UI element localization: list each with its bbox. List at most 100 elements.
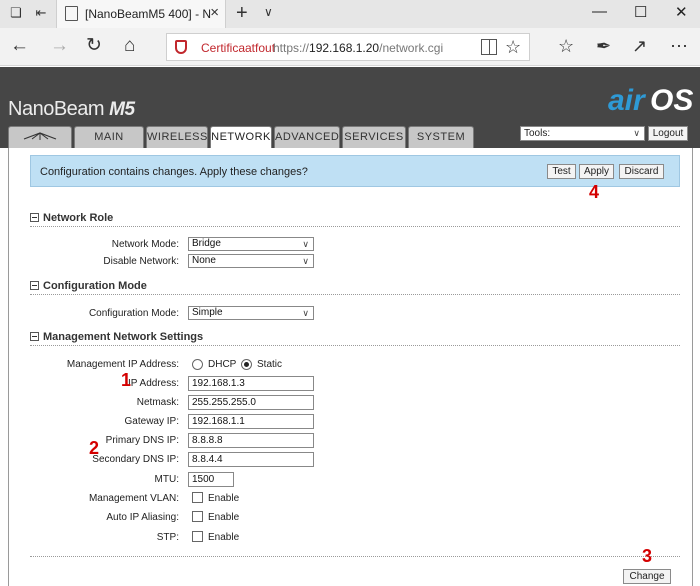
network-page-panel: Configuration contains changes. Apply th… (8, 148, 693, 586)
collapse-icon[interactable] (30, 332, 39, 341)
secondary-dns-input[interactable]: 8.8.4.4 (188, 452, 314, 467)
annotation-marker-3: 3 (642, 546, 653, 566)
apply-button[interactable]: Apply (579, 164, 614, 179)
chevron-down-icon: ∨ (302, 256, 309, 266)
network-role-section-header[interactable]: Network Role (30, 212, 113, 224)
logout-button[interactable]: Logout (648, 126, 688, 141)
stp-checkbox[interactable] (192, 531, 203, 542)
browser-tab-bar: ❏ ⇤ [NanoBeamM5 400] - N × + ∨ — ☐ ✕ (0, 0, 700, 28)
tab-services[interactable]: SERVICES (342, 126, 406, 148)
auto-ip-aliasing-label: Auto IP Aliasing: (106, 512, 179, 523)
favorite-star-icon[interactable]: ☆ (505, 37, 521, 58)
netmask-label: Netmask: (136, 397, 179, 408)
close-window-icon[interactable]: ✕ (675, 3, 688, 21)
airos-logo-os: OS (650, 84, 694, 117)
chevron-down-icon: ∨ (302, 239, 309, 249)
stp-label: STP: (156, 532, 179, 543)
configuration-mode-value: Simple (192, 307, 223, 318)
browser-tab[interactable]: [NanoBeamM5 400] - N × (56, 0, 226, 28)
tab-wireless[interactable]: WIRELESS (146, 126, 208, 148)
collapse-icon[interactable] (30, 213, 39, 222)
url-path: /network.cgi (379, 41, 444, 55)
netmask-input[interactable]: 255.255.255.0 (188, 395, 314, 410)
annotation-marker-1: 1 (121, 370, 132, 390)
pending-changes-notice: Configuration contains changes. Apply th… (30, 155, 680, 187)
section-divider (30, 294, 680, 295)
refresh-icon[interactable]: ↻ (86, 36, 102, 56)
web-note-pen-icon[interactable]: ✒ (596, 36, 611, 57)
ip-address-label: IP Address: (128, 378, 179, 389)
configuration-mode-title: Configuration Mode (43, 280, 147, 292)
configuration-mode-select[interactable]: Simple ∨ (188, 306, 314, 320)
collapse-icon[interactable] (30, 281, 39, 290)
tab-ubnt-logo[interactable] (8, 126, 72, 148)
gateway-ip-label: Gateway IP: (124, 416, 179, 427)
url-text[interactable]: https://192.168.1.20/network.cgi (273, 41, 443, 55)
gateway-ip-input[interactable]: 192.168.1.1 (188, 414, 314, 429)
configuration-mode-label: Configuration Mode: (88, 308, 179, 319)
tab-system[interactable]: SYSTEM (408, 126, 474, 148)
tools-dropdown-value: Tools: (524, 128, 551, 139)
management-network-title: Management Network Settings (43, 331, 204, 343)
reading-view-icon[interactable] (481, 39, 497, 55)
configuration-mode-section-header[interactable]: Configuration Mode (30, 280, 147, 292)
tab-manager-icon[interactable]: ❏ (8, 5, 24, 21)
tab-list-chevron-icon[interactable]: ∨ (264, 5, 273, 19)
static-radio[interactable] (241, 359, 252, 370)
browser-toolbar: ← → ↻ ⌂ Certificaatfout https://192.168.… (0, 28, 700, 66)
set-tabs-aside-icon[interactable]: ⇤ (33, 5, 49, 21)
share-icon[interactable]: ↗ (632, 36, 647, 57)
network-role-title: Network Role (43, 212, 114, 224)
management-network-section-header[interactable]: Management Network Settings (30, 331, 203, 343)
minimize-icon[interactable]: — (592, 3, 607, 20)
mtu-label: MTU: (154, 474, 179, 485)
change-button[interactable]: Change (623, 569, 671, 584)
close-tab-icon[interactable]: × (210, 4, 219, 21)
dhcp-radio[interactable] (192, 359, 203, 370)
maximize-icon[interactable]: ☐ (634, 3, 647, 21)
home-icon[interactable]: ⌂ (124, 36, 135, 56)
auto-ip-aliasing-checkbox[interactable] (192, 511, 203, 522)
annotation-marker-2: 2 (89, 438, 100, 458)
management-ip-mode-label: Management IP Address: (66, 359, 179, 370)
certificate-error-text[interactable]: Certificaatfout (201, 41, 275, 55)
primary-dns-input[interactable]: 8.8.8.8 (188, 433, 314, 448)
page-icon (65, 6, 78, 21)
forward-arrow-icon[interactable]: → (50, 36, 69, 56)
section-divider (30, 345, 680, 346)
tools-dropdown[interactable]: Tools: ∨ (520, 126, 645, 141)
more-options-icon[interactable]: ⋯ (670, 36, 688, 57)
chevron-down-icon: ∨ (302, 308, 309, 318)
stp-enable-label[interactable]: Enable (208, 532, 239, 543)
airos-logo-air: air (608, 84, 645, 117)
network-mode-select[interactable]: Bridge ∨ (188, 237, 314, 251)
certificate-error-icon[interactable] (175, 40, 187, 54)
address-bar[interactable]: Certificaatfout https://192.168.1.20/net… (166, 33, 530, 61)
disable-network-label: Disable Network: (103, 256, 179, 267)
url-protocol: https:// (273, 41, 310, 55)
disable-network-value: None (192, 255, 216, 266)
back-arrow-icon[interactable]: ← (10, 36, 29, 56)
static-radio-label[interactable]: Static (257, 359, 282, 370)
management-vlan-checkbox[interactable] (192, 492, 203, 503)
test-button[interactable]: Test (547, 164, 576, 179)
tab-advanced[interactable]: ADVANCED (274, 126, 340, 148)
mtu-input[interactable]: 1500 (188, 472, 234, 487)
chevron-down-icon: ∨ (633, 128, 640, 138)
new-tab-button[interactable]: + (236, 2, 248, 25)
model-name: M5 (109, 99, 135, 120)
auto-ip-aliasing-enable-label[interactable]: Enable (208, 512, 239, 523)
disable-network-select[interactable]: None ∨ (188, 254, 314, 268)
pending-changes-text: Configuration contains changes. Apply th… (40, 166, 308, 178)
tab-network[interactable]: NETWORK (210, 126, 272, 149)
ubiquiti-logo-icon (23, 132, 57, 140)
favorites-hub-icon[interactable]: ☆ (558, 36, 574, 57)
dhcp-radio-label[interactable]: DHCP (208, 359, 236, 370)
management-vlan-enable-label[interactable]: Enable (208, 493, 239, 504)
ip-address-input[interactable]: 192.168.1.3 (188, 376, 314, 391)
annotation-marker-4: 4 (589, 182, 600, 202)
tab-main[interactable]: MAIN (74, 126, 144, 148)
tab-title: [NanoBeamM5 400] - N (85, 7, 212, 21)
discard-button[interactable]: Discard (619, 164, 664, 179)
url-host: 192.168.1.20 (309, 41, 380, 55)
